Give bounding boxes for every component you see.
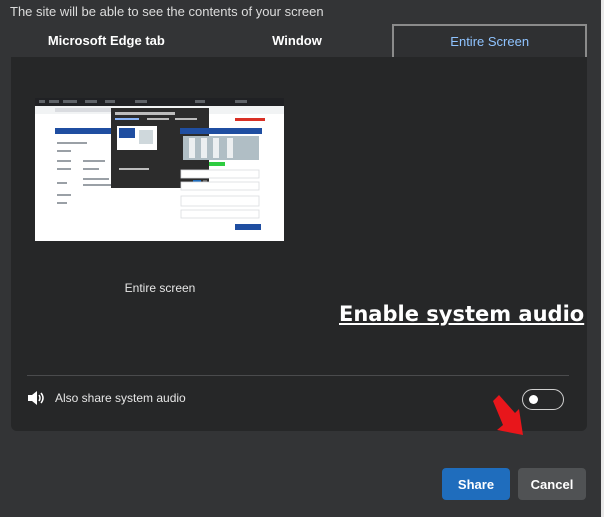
- audio-share-row: Also share system audio: [27, 390, 186, 406]
- speaker-icon: [28, 391, 44, 405]
- tab-window[interactable]: Window: [202, 24, 393, 57]
- screen-preview-image: [35, 98, 284, 241]
- system-audio-toggle[interactable]: [522, 389, 564, 410]
- screen-preview-thumbnail[interactable]: [35, 98, 284, 241]
- share-button[interactable]: Share: [442, 468, 510, 500]
- annotation-text: Enable system audio: [339, 302, 585, 326]
- dialog-intro-text: The site will be able to see the content…: [10, 4, 324, 19]
- audio-share-label: Also share system audio: [55, 391, 186, 405]
- tab-microsoft-edge-tab[interactable]: Microsoft Edge tab: [11, 24, 202, 57]
- source-tabs: Microsoft Edge tab Window Entire Screen: [11, 24, 588, 57]
- toggle-knob: [529, 395, 538, 404]
- divider: [27, 375, 569, 376]
- tab-entire-screen[interactable]: Entire Screen: [392, 24, 588, 57]
- share-preview-panel: Entire screen Enable system audio Also s…: [11, 57, 587, 435]
- preview-label: Entire screen: [124, 281, 196, 295]
- cancel-button[interactable]: Cancel: [518, 468, 586, 500]
